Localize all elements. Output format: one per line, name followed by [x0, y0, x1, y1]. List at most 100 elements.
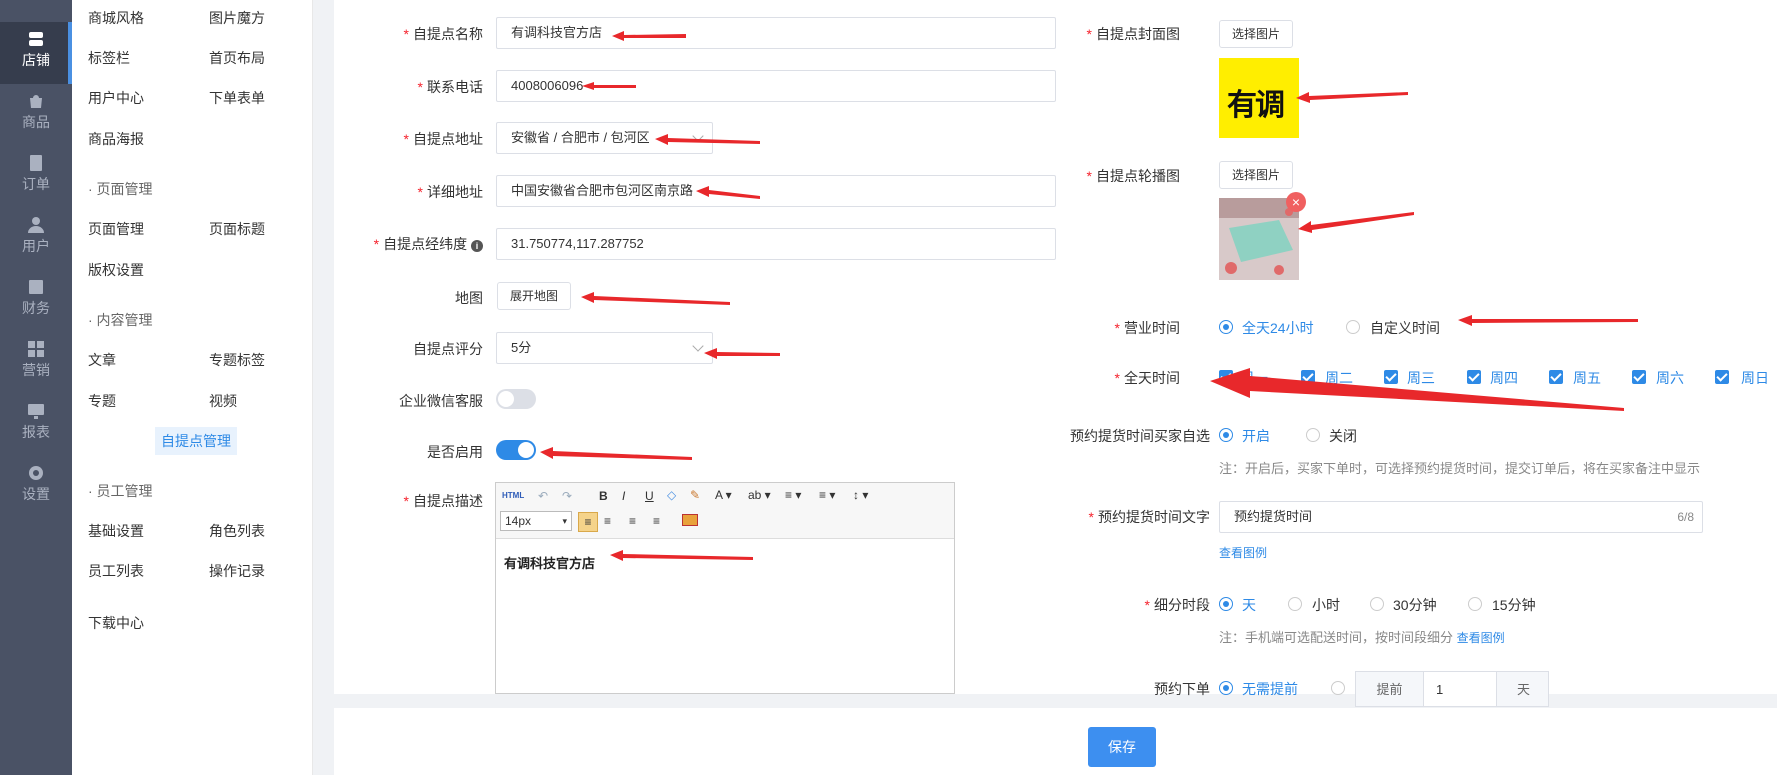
day-label[interactable]: 周六 — [1656, 368, 1684, 388]
cover-select-button[interactable]: 选择图片 — [1219, 20, 1294, 48]
detail-input[interactable]: 中国安徽省合肥市包河区南京路 — [496, 175, 1056, 207]
underline-icon[interactable]: U — [645, 489, 654, 503]
format-brush-icon[interactable]: ✎ — [690, 488, 700, 502]
font-size-select[interactable]: 14px ▾ — [500, 511, 572, 531]
submenu-link[interactable]: 页面标题 — [209, 219, 265, 239]
image-icon[interactable] — [682, 514, 698, 526]
score-select[interactable]: 5分 — [496, 332, 713, 364]
phone-input[interactable]: 4008006096 — [496, 70, 1056, 102]
font-color-icon[interactable]: A ▾ — [715, 488, 732, 502]
submenu-link[interactable]: 专题 — [88, 391, 116, 411]
submenu-link[interactable]: 下载中心 — [88, 613, 144, 633]
advance-radio-none[interactable] — [1219, 681, 1233, 695]
wechat-switch[interactable] — [496, 389, 536, 409]
submenu-link[interactable]: 操作记录 — [209, 561, 265, 581]
submenu-link[interactable]: 角色列表 — [209, 521, 265, 541]
day-label[interactable]: 周二 — [1325, 368, 1353, 388]
nav-item-goods[interactable]: 商品 — [0, 84, 72, 146]
slot-option-hour[interactable]: 小时 — [1312, 595, 1340, 615]
editor-content[interactable]: 有调科技官方店 — [496, 539, 954, 586]
day-checkbox[interactable] — [1301, 370, 1315, 384]
slot-option-30min[interactable]: 30分钟 — [1393, 595, 1437, 615]
submenu-link[interactable]: 文章 — [88, 350, 116, 370]
highlight-icon[interactable]: ab ▾ — [748, 488, 771, 502]
ordered-list-icon[interactable]: ≡ ▾ — [785, 488, 801, 502]
hours-radio-allday[interactable] — [1219, 320, 1233, 334]
slot-view-example-link[interactable]: 查看图例 — [1457, 631, 1505, 645]
day-label[interactable]: 周三 — [1407, 368, 1435, 388]
italic-icon[interactable]: I — [622, 489, 625, 503]
slot-radio-15min[interactable] — [1468, 597, 1482, 611]
slot-radio-day[interactable] — [1219, 597, 1233, 611]
pickup-self-option-off[interactable]: 关闭 — [1329, 426, 1357, 446]
save-button[interactable]: 保存 — [1088, 727, 1156, 767]
close-icon[interactable]: × — [1286, 192, 1306, 212]
nav-item-settings[interactable]: 设置 — [0, 456, 72, 518]
submenu-link[interactable]: 视频 — [209, 391, 237, 411]
day-label[interactable]: 周日 — [1741, 368, 1769, 388]
nav-item-finance[interactable]: 财务 — [0, 270, 72, 332]
submenu-link-active[interactable]: 自提点管理 — [155, 427, 237, 455]
align-left-icon[interactable]: ≡ — [578, 512, 598, 532]
nav-item-store[interactable]: 店铺 — [0, 22, 72, 84]
unordered-list-icon[interactable]: ≡ ▾ — [819, 488, 835, 502]
enable-switch[interactable] — [496, 440, 536, 460]
undo-icon[interactable]: ↶ — [538, 489, 548, 503]
coord-input[interactable]: 31.750774,117.287752 — [496, 228, 1056, 260]
pickup-self-option-on[interactable]: 开启 — [1242, 426, 1270, 446]
view-example-link[interactable]: 查看图例 — [1219, 544, 1267, 561]
day-checkbox[interactable] — [1467, 370, 1481, 384]
submenu-link[interactable]: 商城风格 — [88, 8, 144, 28]
submenu-link[interactable]: 基础设置 — [88, 521, 144, 541]
nav-item-users[interactable]: 用户 — [0, 208, 72, 270]
advance-radio-custom[interactable] — [1331, 681, 1345, 695]
submenu-link[interactable]: 商品海报 — [88, 129, 144, 149]
submenu-link[interactable]: 下单表单 — [209, 88, 265, 108]
nav-item-marketing[interactable]: 营销 — [0, 332, 72, 394]
day-label[interactable]: 周一 — [1240, 368, 1268, 388]
day-checkbox[interactable] — [1715, 370, 1729, 384]
submenu-link[interactable]: 员工列表 — [88, 561, 144, 581]
rich-text-editor[interactable]: HTML ↶ ↷ B I U ◇ ✎ A ▾ ab ▾ ≡ ▾ ≡ ▾ ↕ ▾ … — [495, 482, 955, 694]
pickup-self-radio-on[interactable] — [1219, 428, 1233, 442]
submenu-link[interactable]: 图片魔方 — [209, 8, 265, 28]
expand-map-button[interactable]: 展开地图 — [497, 282, 572, 310]
slot-radio-30min[interactable] — [1370, 597, 1384, 611]
align-center-icon[interactable]: ≡ — [604, 514, 611, 528]
advance-days-input[interactable]: 1 — [1436, 672, 1443, 706]
carousel-select-button[interactable]: 选择图片 — [1219, 161, 1294, 189]
slot-radio-hour[interactable] — [1288, 597, 1302, 611]
day-label[interactable]: 周五 — [1573, 368, 1601, 388]
hours-option-allday[interactable]: 全天24小时 — [1242, 318, 1314, 338]
line-height-icon[interactable]: ↕ ▾ — [853, 488, 868, 502]
day-checkbox[interactable] — [1549, 370, 1563, 384]
align-justify-icon[interactable]: ≡ — [653, 514, 660, 528]
redo-icon[interactable]: ↷ — [562, 489, 572, 503]
info-icon[interactable]: i — [471, 240, 483, 252]
day-checkbox[interactable] — [1632, 370, 1646, 384]
name-input[interactable]: 有调科技官方店 — [496, 17, 1056, 49]
hours-option-custom[interactable]: 自定义时间 — [1370, 318, 1440, 338]
submenu-link[interactable]: 标签栏 — [88, 48, 130, 68]
submenu-link[interactable]: 专题标签 — [209, 350, 265, 370]
pickup-text-input[interactable]: 预约提货时间 6/8 — [1219, 501, 1703, 533]
address-cascader[interactable]: 安徽省 / 合肥市 / 包河区 — [496, 122, 713, 154]
day-checkbox[interactable] — [1384, 370, 1398, 384]
eraser-icon[interactable]: ◇ — [667, 488, 676, 502]
submenu-link[interactable]: 页面管理 — [88, 219, 144, 239]
submenu-link[interactable]: 首页布局 — [209, 48, 265, 68]
day-checkbox[interactable] — [1219, 370, 1233, 384]
slot-option-day[interactable]: 天 — [1242, 595, 1256, 615]
submenu-link[interactable]: 用户中心 — [88, 88, 144, 108]
align-right-icon[interactable]: ≡ — [629, 514, 636, 528]
bold-icon[interactable]: B — [599, 489, 608, 503]
submenu-link[interactable]: 版权设置 — [88, 260, 144, 280]
nav-item-reports[interactable]: 报表 — [0, 394, 72, 456]
pickup-self-radio-off[interactable] — [1306, 428, 1320, 442]
slot-option-15min[interactable]: 15分钟 — [1492, 595, 1536, 615]
nav-item-orders[interactable]: 订单 — [0, 146, 72, 208]
advance-option-none[interactable]: 无需提前 — [1242, 679, 1298, 699]
html-source-icon[interactable]: HTML — [502, 491, 524, 500]
day-label[interactable]: 周四 — [1490, 368, 1518, 388]
hours-radio-custom[interactable] — [1346, 320, 1360, 334]
